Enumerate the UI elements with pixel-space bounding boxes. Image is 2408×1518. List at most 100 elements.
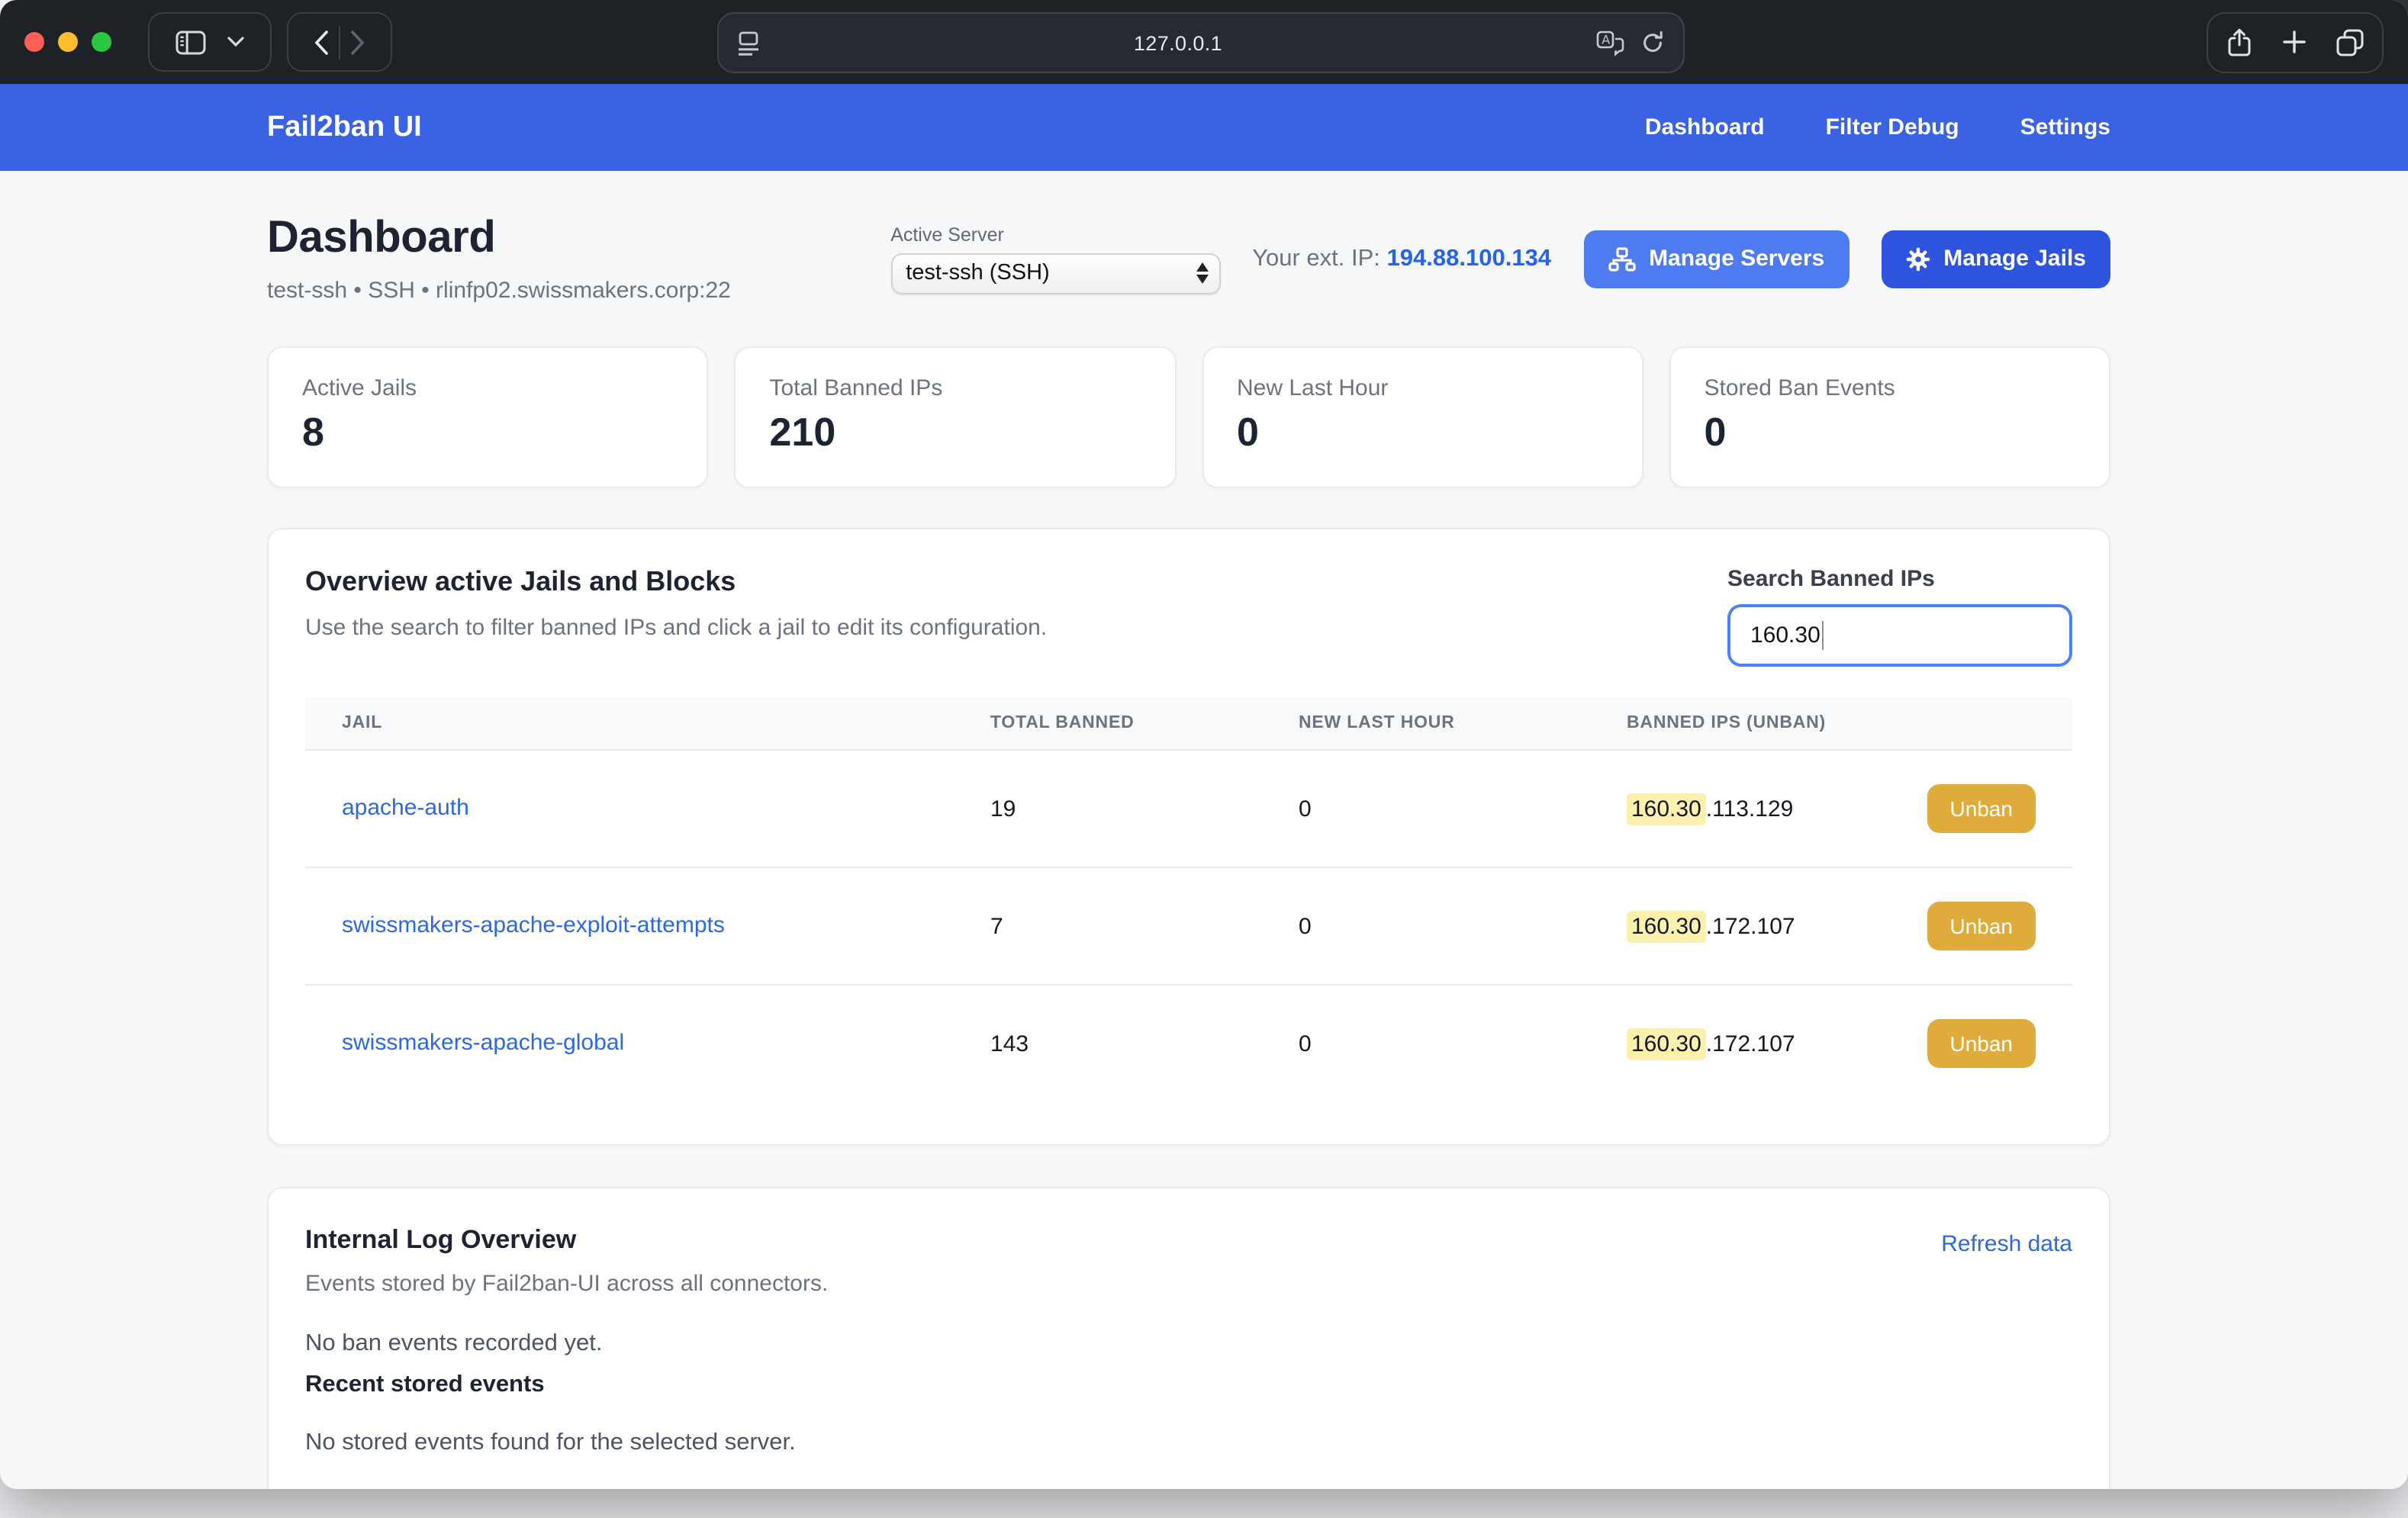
sidebar-button-group — [148, 12, 272, 72]
chevron-down-icon — [227, 37, 244, 47]
refresh-data-link[interactable]: Refresh data — [1941, 1231, 2072, 1257]
no-stored-events-text: No stored events found for the selected … — [305, 1430, 2072, 1457]
active-server-group: Active Server test-ssh (SSH) — [890, 224, 1220, 294]
tabs-overview-icon[interactable] — [2336, 28, 2364, 56]
address-bar[interactable]: 127.0.0.1 A — [717, 12, 1685, 73]
nav-link-filter-debug[interactable]: Filter Debug — [1826, 114, 1959, 140]
unban-button[interactable]: Unban — [1927, 902, 2036, 950]
stat-card-total-banned: Total Banned IPs 210 — [735, 346, 1177, 488]
page-header: Dashboard test-ssh • SSH • rlinfp02.swis… — [267, 214, 2110, 304]
external-ip-label: Your ext. IP: — [1252, 245, 1380, 271]
internal-log-card: Internal Log Overview Events stored by F… — [267, 1187, 2110, 1489]
stat-label: Active Jails — [302, 375, 674, 401]
share-icon[interactable] — [2226, 27, 2252, 57]
stat-value: 8 — [302, 409, 674, 456]
jail-link[interactable]: swissmakers-apache-exploit-attempts — [342, 912, 725, 938]
nav-link-dashboard[interactable]: Dashboard — [1645, 114, 1765, 140]
table-header-row: JAIL TOTAL BANNED NEW LAST HOUR BANNED I… — [305, 697, 2072, 751]
overview-description: Use the search to filter banned IPs and … — [305, 615, 1047, 641]
search-banned-ips-input[interactable]: 160.30 — [1727, 604, 2072, 667]
search-block: Search Banned IPs 160.30 — [1727, 566, 2072, 667]
ip-rest: .172.107 — [1706, 913, 1795, 939]
active-server-label: Active Server — [890, 224, 1220, 245]
recent-stored-events-title: Recent stored events — [305, 1372, 2072, 1399]
browser-window: 127.0.0.1 A — [0, 0, 2408, 1489]
external-ip: Your ext. IP: 194.88.100.134 — [1252, 245, 1551, 272]
translate-icon[interactable]: A — [1596, 30, 1625, 56]
search-label: Search Banned IPs — [1727, 566, 2072, 592]
new-tab-icon[interactable] — [2283, 31, 2306, 53]
screen: 127.0.0.1 A — [0, 0, 2408, 1518]
stat-label: Total Banned IPs — [770, 375, 1141, 401]
reload-icon[interactable] — [1640, 31, 1665, 55]
history-nav-group — [287, 12, 392, 72]
manage-jails-button[interactable]: Manage Jails — [1881, 230, 2110, 288]
unban-button[interactable]: Unban — [1927, 1019, 2036, 1068]
ip-rest: .172.107 — [1706, 1031, 1795, 1056]
page-content: Dashboard test-ssh • SSH • rlinfp02.swis… — [0, 171, 2408, 1489]
manage-jails-label: Manage Jails — [1943, 246, 2086, 272]
forward-button[interactable] — [340, 14, 375, 70]
page-subtitle: test-ssh • SSH • rlinfp02.swissmakers.co… — [267, 278, 731, 304]
new-last-hour-cell: 0 — [1299, 913, 1627, 939]
active-server-value: test-ssh (SSH) — [906, 261, 1196, 285]
ip-highlight: 160.30 — [1627, 910, 1706, 942]
table-row: apache-auth 19 0 160.30.113.129 Unban — [305, 751, 2072, 868]
table-row: swissmakers-apache-exploit-attempts 7 0 … — [305, 868, 2072, 986]
log-description: Events stored by Fail2ban-UI across all … — [305, 1271, 828, 1297]
total-banned-cell: 19 — [990, 796, 1299, 822]
back-button[interactable] — [304, 14, 339, 70]
overview-card: Overview active Jails and Blocks Use the… — [267, 528, 2110, 1146]
search-input-value: 160.30 — [1750, 622, 1820, 648]
column-header-jail: JAIL — [342, 714, 990, 732]
text-cursor — [1822, 621, 1824, 650]
fullscreen-window-button[interactable] — [92, 32, 111, 52]
jail-link[interactable]: swissmakers-apache-global — [342, 1030, 624, 1056]
nav-links: Dashboard Filter Debug Settings — [1645, 114, 2110, 140]
sidebar-dropdown-button[interactable] — [217, 14, 255, 70]
column-header-banned-ips: BANNED IPS (UNBAN) — [1627, 714, 1826, 732]
toolbar-right-group — [2207, 11, 2384, 72]
stat-card-active-jails: Active Jails 8 — [267, 346, 709, 488]
gear-icon — [1905, 246, 1930, 271]
app-brand[interactable]: Fail2ban UI — [267, 111, 422, 144]
sidebar-icon — [175, 30, 206, 54]
external-ip-value[interactable]: 194.88.100.134 — [1387, 245, 1552, 271]
stat-value: 0 — [1237, 409, 1608, 456]
active-server-select[interactable]: test-ssh (SSH) — [890, 252, 1220, 294]
sidebar-toggle-button[interactable] — [165, 14, 217, 70]
log-title: Internal Log Overview — [305, 1225, 828, 1256]
nav-link-settings[interactable]: Settings — [2020, 114, 2110, 140]
select-arrows-icon — [1196, 262, 1208, 284]
total-banned-cell: 7 — [990, 913, 1299, 939]
browser-toolbar: 127.0.0.1 A — [0, 0, 2408, 84]
banned-ip: 160.30.172.107 — [1627, 1031, 1795, 1056]
new-last-hour-cell: 0 — [1299, 796, 1627, 822]
page-title: Dashboard — [267, 214, 731, 264]
banned-ip: 160.30.172.107 — [1627, 913, 1795, 939]
new-last-hour-cell: 0 — [1299, 1031, 1627, 1056]
table-row: swissmakers-apache-global 143 0 160.30.1… — [305, 986, 2072, 1102]
manage-servers-button[interactable]: Manage Servers — [1583, 230, 1849, 288]
stat-value: 210 — [770, 409, 1141, 456]
ip-rest: .113.129 — [1706, 796, 1794, 822]
page-format-icon[interactable] — [737, 30, 760, 56]
url-text: 127.0.0.1 — [760, 31, 1596, 54]
close-window-button[interactable] — [24, 32, 44, 52]
stat-card-new-last-hour: New Last Hour 0 — [1202, 346, 1643, 488]
total-banned-cell: 143 — [990, 1031, 1299, 1056]
stat-label: Stored Ban Events — [1705, 375, 2076, 401]
stat-cards: Active Jails 8 Total Banned IPs 210 New … — [267, 346, 2110, 488]
app-navbar: Fail2ban UI Dashboard Filter Debug Setti… — [0, 84, 2408, 171]
ip-highlight: 160.30 — [1627, 1028, 1706, 1060]
manage-servers-label: Manage Servers — [1649, 246, 1824, 272]
minimize-window-button[interactable] — [58, 32, 78, 52]
jails-table: JAIL TOTAL BANNED NEW LAST HOUR BANNED I… — [305, 697, 2072, 1102]
unban-button[interactable]: Unban — [1927, 784, 2036, 833]
column-header-new-last-hour: NEW LAST HOUR — [1299, 714, 1627, 732]
overview-title: Overview active Jails and Blocks — [305, 566, 1047, 598]
no-ban-events-text: No ban events recorded yet. — [305, 1330, 2072, 1358]
jail-link[interactable]: apache-auth — [342, 795, 469, 821]
stat-label: New Last Hour — [1237, 375, 1608, 401]
traffic-lights — [24, 32, 111, 52]
